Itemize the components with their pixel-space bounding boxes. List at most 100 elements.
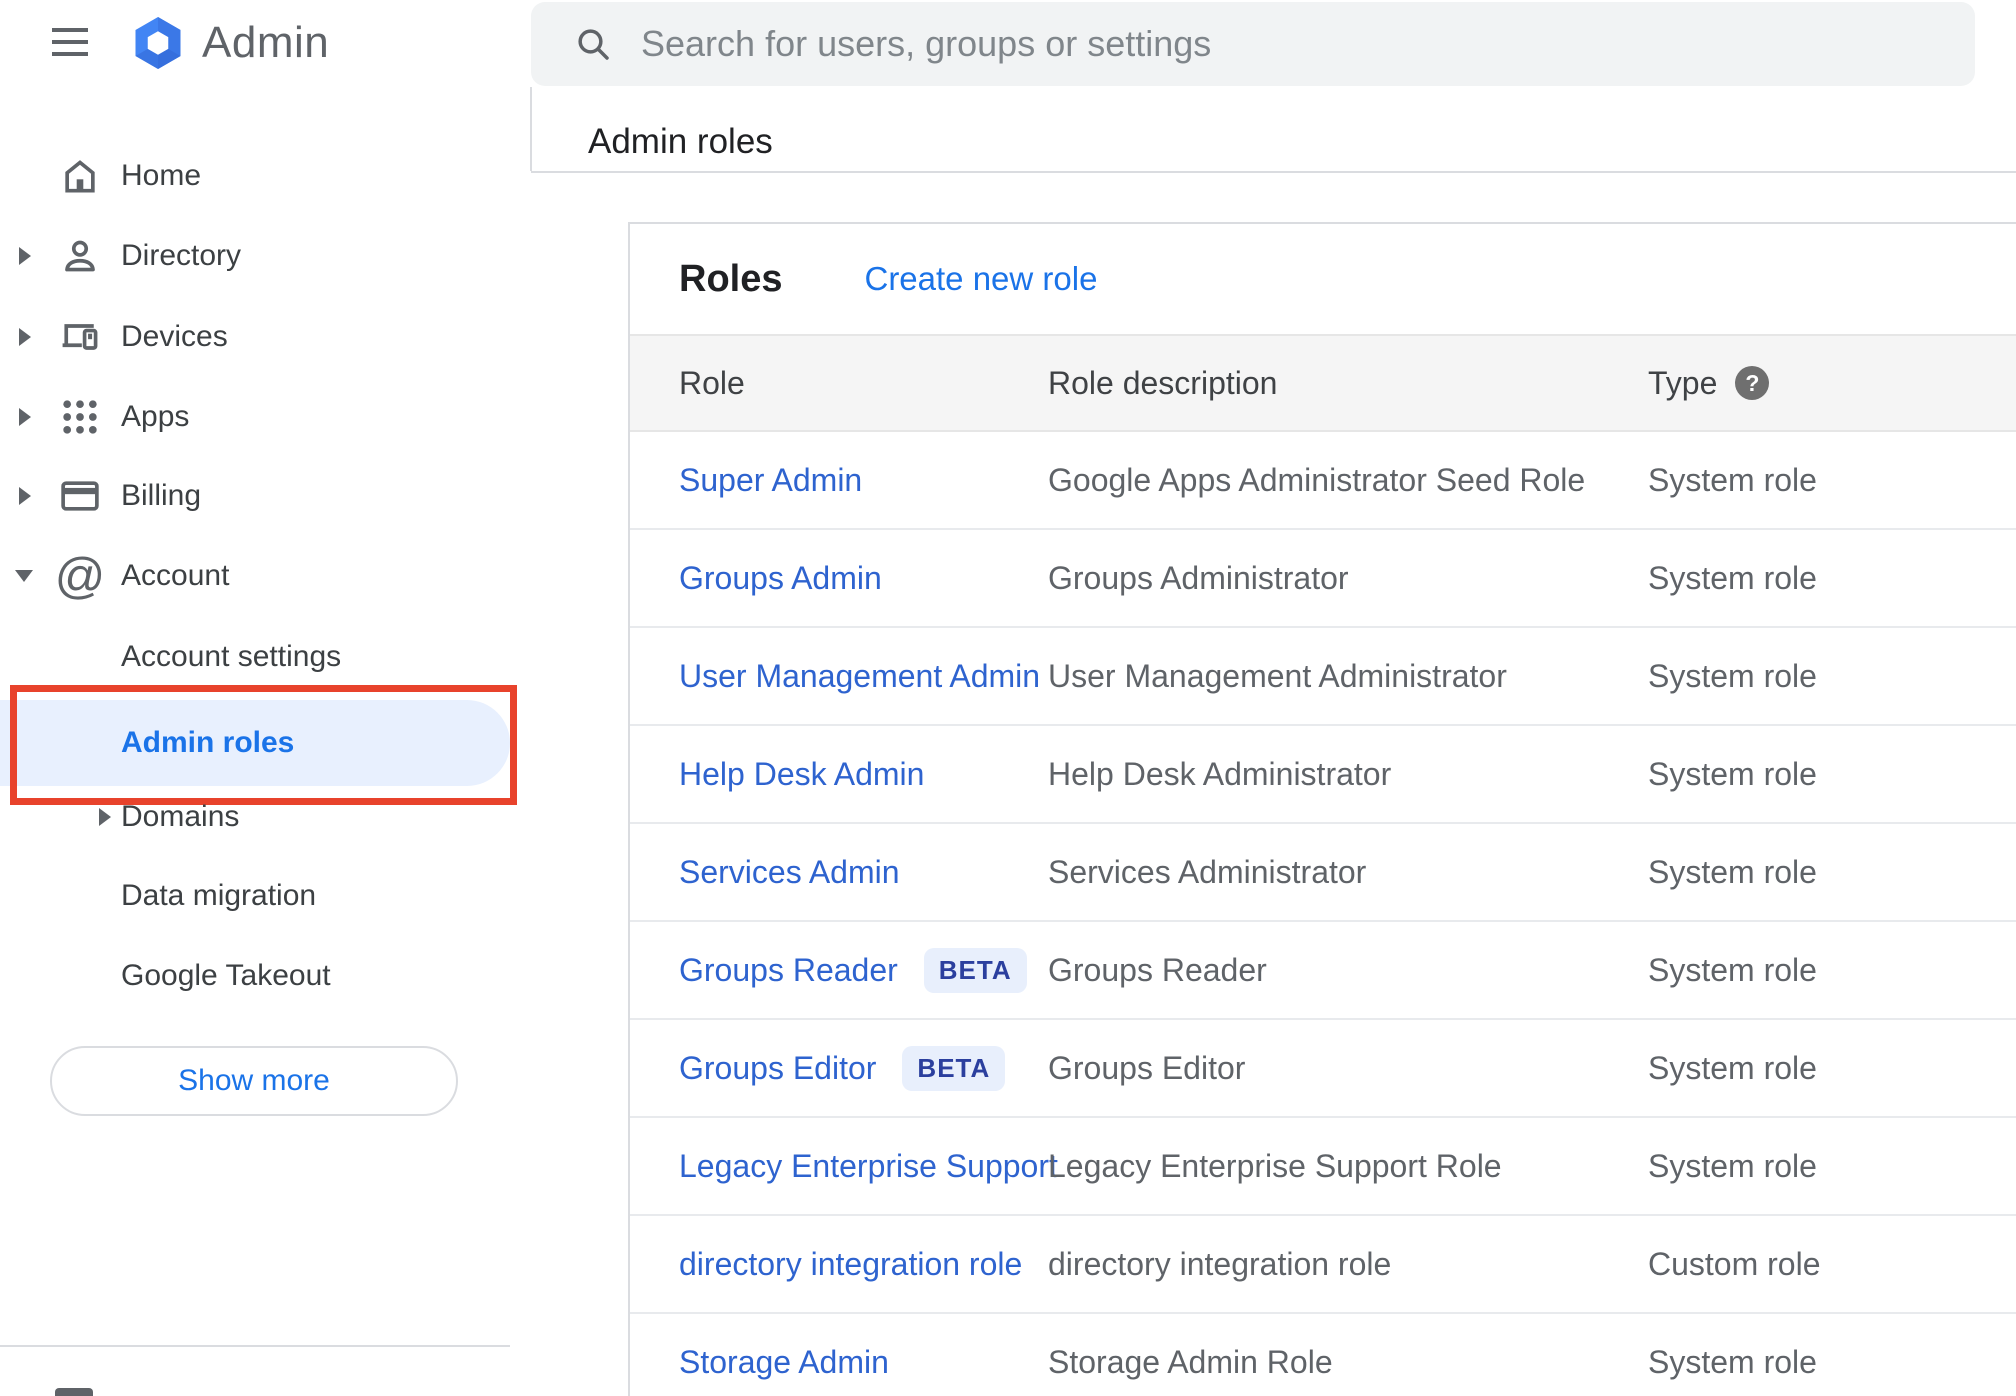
role-type-cell: System role	[1648, 1343, 1817, 1380]
chevron-right-icon[interactable]	[19, 247, 31, 265]
role-cell: Groups Admin	[679, 560, 1048, 597]
role-link[interactable]: Storage Admin	[679, 1344, 889, 1381]
devices-icon	[57, 314, 103, 360]
sidebar-item-google-takeout[interactable]: Google Takeout	[0, 936, 531, 1016]
role-link[interactable]: Groups Editor	[679, 1050, 876, 1087]
role-description-cell: Google Apps Administrator Seed Role	[1048, 461, 1586, 498]
chevron-right-icon[interactable]	[99, 808, 111, 826]
table-row: Legacy Enterprise Support Legacy Enterpr…	[630, 1118, 2016, 1216]
header-divider	[531, 171, 2016, 173]
sidebar-item-label: Devices	[121, 320, 228, 353]
role-link[interactable]: Services Admin	[679, 854, 900, 891]
role-cell: Legacy Enterprise Support	[679, 1148, 1058, 1185]
role-cell: directory integration role	[679, 1246, 1048, 1283]
table-row: Super Admin Google Apps Administrator Se…	[630, 432, 2016, 530]
sidebar-item-data-migration[interactable]: Data migration	[0, 856, 531, 936]
role-description-cell: directory integration role	[1048, 1245, 1392, 1282]
sidebar: Admin Home Directory Devices Apps Billin…	[0, 0, 531, 1396]
roles-table-body: Super Admin Google Apps Administrator Se…	[630, 432, 2016, 1396]
sidebar-item-admin-roles[interactable]: Admin roles	[0, 700, 510, 786]
role-description-cell: User Management Administrator	[1048, 657, 1507, 694]
apps-grid-icon	[57, 394, 103, 440]
sidebar-divider	[0, 1345, 510, 1347]
role-type-cell: System role	[1648, 461, 1817, 498]
role-cell: Super Admin	[679, 462, 1048, 499]
role-type-cell: System role	[1648, 853, 1817, 890]
create-new-role-link[interactable]: Create new role	[864, 260, 1097, 298]
beta-badge: BETA	[902, 1045, 1006, 1091]
sidebar-item-label: Apps	[121, 400, 190, 433]
role-type-cell: System role	[1648, 1147, 1817, 1184]
sidebar-content-divider	[530, 87, 532, 171]
chevron-right-icon[interactable]	[19, 487, 31, 505]
table-row: User Management Admin User Management Ad…	[630, 628, 2016, 726]
role-description-cell: Legacy Enterprise Support Role	[1048, 1147, 1502, 1184]
sidebar-item-apps[interactable]: Apps	[0, 377, 531, 457]
search-bar[interactable]	[531, 2, 1975, 86]
table-row: directory integration role directory int…	[630, 1216, 2016, 1314]
column-header-role-description: Role description	[1048, 364, 1278, 401]
breadcrumb: Admin roles	[588, 122, 773, 161]
role-cell: Help Desk Admin	[679, 756, 1048, 793]
sidebar-item-devices[interactable]: Devices	[0, 297, 531, 377]
role-type-cell: System role	[1648, 755, 1817, 792]
role-cell: Groups Editor BETA	[679, 1045, 1048, 1091]
sidebar-item-label: Account settings	[121, 640, 342, 673]
table-row: Groups Reader BETA Groups Reader System …	[630, 922, 2016, 1020]
sidebar-item-domains[interactable]: Domains	[0, 777, 531, 857]
sidebar-item-label: Google Takeout	[121, 959, 331, 992]
role-cell: User Management Admin	[679, 658, 1048, 695]
hamburger-menu-icon[interactable]	[52, 28, 88, 58]
table-row: Groups Editor BETA Groups Editor System …	[630, 1020, 2016, 1118]
role-link[interactable]: Groups Reader	[679, 952, 898, 989]
role-link[interactable]: Help Desk Admin	[679, 756, 924, 793]
role-cell: Storage Admin	[679, 1344, 1048, 1381]
sidebar-item-label: Admin roles	[121, 726, 295, 759]
sidebar-item-label: Billing	[121, 479, 202, 512]
sidebar-item-label: Domains	[121, 800, 240, 833]
sidebar-item-directory[interactable]: Directory	[0, 216, 531, 296]
role-cell: Services Admin	[679, 854, 1048, 891]
admin-console-screen: Admin Home Directory Devices Apps Billin…	[0, 0, 2016, 1396]
search-icon	[573, 24, 613, 64]
role-link[interactable]: Legacy Enterprise Support	[679, 1148, 1058, 1185]
table-header-row: Role Role description Type ?	[630, 334, 2016, 432]
sidebar-item-account[interactable]: @ Account	[0, 536, 531, 616]
table-row: Help Desk Admin Help Desk Administrator …	[630, 726, 2016, 824]
at-sign-icon: @	[54, 548, 106, 604]
role-link[interactable]: Groups Admin	[679, 560, 882, 597]
role-type-cell: System role	[1648, 559, 1817, 596]
sidebar-item-label: Account	[121, 559, 230, 592]
role-link[interactable]: User Management Admin	[679, 658, 1040, 695]
sidebar-item-home[interactable]: Home	[0, 136, 531, 216]
admin-hexagon-icon	[135, 17, 181, 69]
role-description-cell: Services Administrator	[1048, 853, 1367, 890]
sidebar-item-label: Home	[121, 159, 202, 192]
column-header-role: Role	[679, 364, 745, 401]
role-link[interactable]: Super Admin	[679, 462, 862, 499]
chevron-right-icon[interactable]	[19, 408, 31, 426]
roles-card-header: Roles Create new role	[630, 224, 2016, 334]
role-type-cell: Custom role	[1648, 1245, 1821, 1282]
beta-badge: BETA	[923, 947, 1027, 993]
search-input[interactable]	[639, 22, 1945, 66]
role-type-cell: System role	[1648, 657, 1817, 694]
chevron-down-icon[interactable]	[15, 570, 33, 582]
column-header-type: Type ?	[1648, 365, 2016, 402]
sidebar-item-account-settings[interactable]: Account settings	[0, 617, 531, 697]
role-description-cell: Groups Reader	[1048, 951, 1267, 988]
sidebar-item-label: Data migration	[121, 879, 317, 912]
role-type-cell: System role	[1648, 1049, 1817, 1086]
table-row: Groups Admin Groups Administrator System…	[630, 530, 2016, 628]
role-cell: Groups Reader BETA	[679, 947, 1048, 993]
person-icon	[57, 233, 103, 279]
role-description-cell: Help Desk Administrator	[1048, 755, 1392, 792]
help-icon[interactable]: ?	[1735, 366, 1770, 400]
role-description-cell: Groups Editor	[1048, 1049, 1246, 1086]
table-row: Storage Admin Storage Admin Role System …	[630, 1314, 2016, 1396]
role-link[interactable]: directory integration role	[679, 1246, 1022, 1283]
chevron-right-icon[interactable]	[19, 328, 31, 346]
show-more-button[interactable]: Show more	[50, 1046, 458, 1116]
credit-card-icon	[57, 473, 103, 519]
sidebar-item-billing[interactable]: Billing	[0, 456, 531, 536]
